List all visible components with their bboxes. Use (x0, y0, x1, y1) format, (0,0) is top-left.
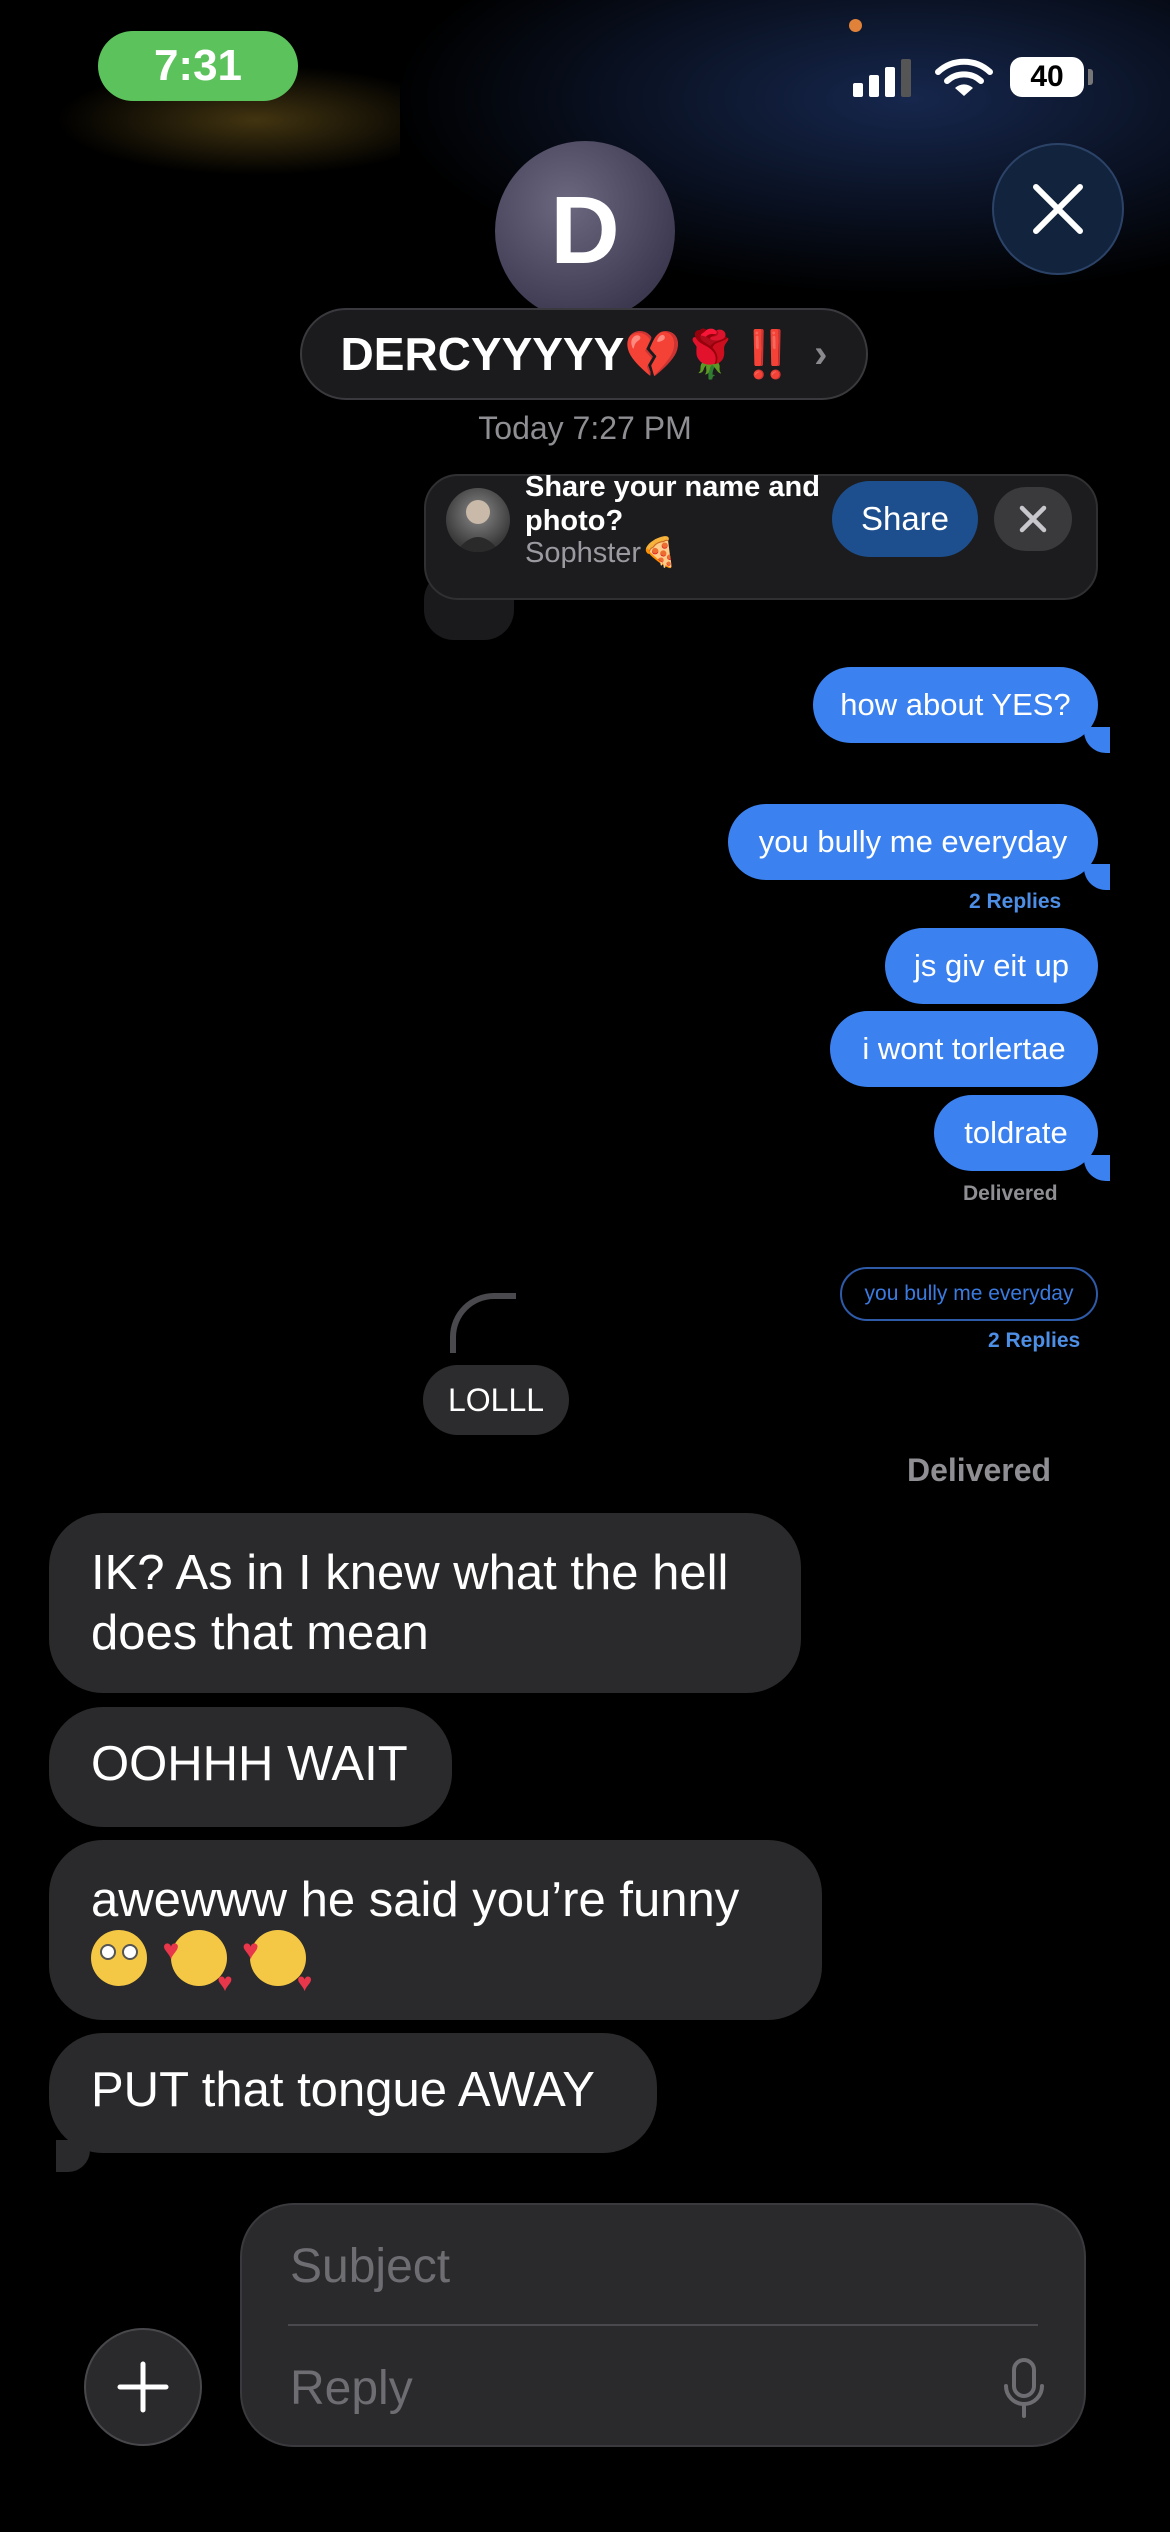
battery-level: 40 (1030, 60, 1064, 93)
reply-thread-line (450, 1293, 516, 1353)
cellular-signal-icon (853, 57, 915, 97)
incoming-message[interactable]: PUT that tongue AWAY (49, 2033, 657, 2153)
close-icon (1019, 505, 1047, 533)
delivered-status: Delivered (907, 1452, 1052, 1488)
smiling-hearts-emoji-icon (163, 1920, 233, 2012)
quoted-message[interactable]: you bully me everyday (840, 1267, 1098, 1321)
bubble-tail (1084, 864, 1110, 890)
battery-nub (1088, 69, 1093, 85)
message-text: IK? As in I knew what the hell does that… (91, 1546, 729, 1660)
close-button[interactable] (992, 143, 1124, 275)
status-time[interactable]: 7:31 (98, 31, 298, 101)
replies-link[interactable]: 2 Replies (969, 890, 1061, 914)
delivered-status: Delivered (963, 1182, 1058, 1205)
incoming-message[interactable]: awewww he said you’re funny (49, 1840, 822, 2020)
chevron-right-icon: › (814, 331, 828, 376)
add-attachment-button[interactable] (84, 2328, 202, 2446)
replies-link[interactable]: 2 Replies (988, 1329, 1080, 1353)
conversation-timestamp: Today 7:27 PM (478, 410, 692, 446)
plus-icon (117, 2361, 169, 2413)
contact-name: DERCYYYYY💔🌹‼️ (340, 327, 797, 380)
message-text: OOHHH WAIT (91, 1737, 408, 1791)
bubble-tail (1084, 1155, 1110, 1181)
outgoing-message[interactable]: js giv eit up (885, 928, 1098, 1004)
bubble-tail (1084, 727, 1110, 753)
close-icon (1033, 184, 1083, 234)
battery-icon: 40 (1010, 57, 1084, 97)
message-text: PUT that tongue AWAY (91, 2063, 595, 2117)
dismiss-share-button[interactable] (994, 487, 1072, 551)
subject-input[interactable] (288, 2230, 992, 2302)
avatar-initial: D (550, 177, 620, 284)
privacy-indicator-dot (849, 19, 862, 32)
incoming-message[interactable]: IK? As in I knew what the hell does that… (49, 1513, 801, 1693)
contact-avatar[interactable]: D (495, 141, 675, 321)
outgoing-message[interactable]: i wont torlertae (830, 1011, 1098, 1087)
composer-divider (288, 2324, 1038, 2326)
person-silhouette-icon (456, 500, 500, 552)
incoming-reply-message[interactable]: LOLLL (423, 1365, 569, 1435)
message-text: awewww he said you’re funny (91, 1873, 740, 1927)
outgoing-message[interactable]: toldrate (934, 1095, 1098, 1171)
outgoing-message[interactable]: how about YES? (813, 667, 1098, 743)
microphone-icon[interactable] (1002, 2358, 1046, 2420)
bubble-tail (56, 2140, 90, 2172)
contact-name-button[interactable]: DERCYYYYY💔🌹‼️ › (300, 308, 868, 400)
reply-input[interactable] (288, 2352, 972, 2424)
profile-photo-thumbnail (446, 488, 510, 552)
incoming-message[interactable]: OOHHH WAIT (49, 1707, 452, 1827)
eye-roll-emoji-icon (91, 1930, 147, 1986)
share-banner-title: Share your name and photo? (525, 471, 820, 537)
smiling-hearts-emoji-icon (242, 1920, 312, 2012)
share-button[interactable]: Share (832, 481, 978, 557)
share-banner-subtitle: Sophster🍕 (525, 537, 678, 569)
outgoing-message[interactable]: you bully me everyday (728, 804, 1098, 880)
wifi-icon (935, 58, 993, 96)
